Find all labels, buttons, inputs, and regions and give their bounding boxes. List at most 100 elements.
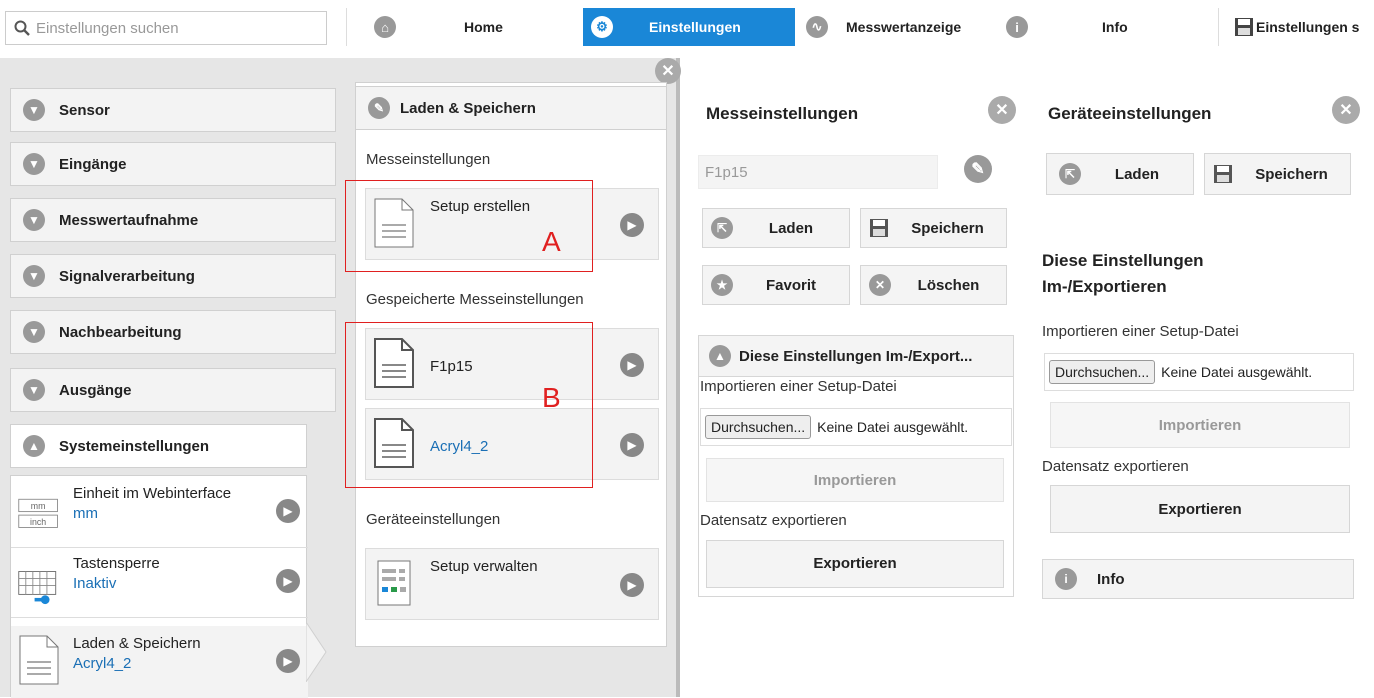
floppy-disk-icon [1235,18,1253,36]
system-settings-list: mm inch Einheit im Webinterface mm ▶ Tas… [10,475,308,698]
nav-info-label: Info [1102,19,1128,35]
export-button[interactable]: Exportieren [706,540,1004,588]
chevron-up-icon: ▲ [23,435,45,457]
search-input[interactable]: Einstellungen suchen [5,11,327,45]
panel-title: Laden & Speichern [400,99,536,117]
device-save-button[interactable]: Speichern [1204,153,1351,195]
chevron-right-icon: ▶ [276,569,300,593]
floppy-disk-icon [1214,165,1232,183]
import-icon: ⇱ [1059,163,1081,185]
document-icon [19,635,59,685]
close-icon[interactable]: ✕ [655,58,681,84]
list-item-title: Tastensperre [73,555,160,572]
device-load-button[interactable]: ⇱ Laden [1046,153,1194,195]
nav-measurement-label: Messwertanzeige [846,19,962,35]
button-label: Favorit [765,276,816,294]
favorite-button[interactable]: ★ Favorit [702,265,850,305]
gear-icon: ⚙ [591,16,613,38]
category-label: Systemeinstellungen [59,437,210,455]
nav-save-settings[interactable]: Einstellungen s [1234,8,1374,46]
delete-button[interactable]: ✕ Löschen [860,265,1007,305]
search-placeholder: Einstellungen suchen [36,19,179,37]
category-inputs[interactable]: ▼ Eingänge [10,142,336,186]
list-item-title: Laden & Speichern [73,635,201,652]
category-signal-processing[interactable]: ▼ Signalverarbeitung [10,254,336,298]
browse-button[interactable]: Durchsuchen... [1049,360,1156,384]
device-settings-title: Geräteeinstellungen [1048,104,1212,123]
list-item-value: Acryl4_2 [73,655,132,672]
device-import-export-title: Diese Einstellungen Im-/Exportieren [1042,248,1204,300]
chevron-right-icon: ▶ [276,499,300,523]
import-icon: ⇱ [711,217,733,239]
load-save-header: ✎ Laden & Speichern [355,86,667,130]
chevron-down-icon: ▼ [23,379,45,401]
device-import-button[interactable]: Importieren [1050,402,1350,448]
nav-settings-label: Einstellungen [649,19,741,35]
import-label: Importieren einer Setup-Datei [1042,323,1239,340]
unit-icon-mm: mm [31,501,46,511]
close-icon[interactable]: ✕ [988,96,1016,124]
button-label: Info [1097,570,1125,588]
category-label: Eingänge [59,155,127,173]
chevron-down-icon: ▼ [23,209,45,231]
category-label: Ausgänge [59,381,132,399]
device-export-button[interactable]: Exportieren [1050,485,1350,533]
unit-icon-inch: inch [30,517,46,527]
chevron-right-icon: ▶ [620,433,644,457]
list-item-value: mm [73,505,98,522]
info-section-header[interactable]: i Info [1042,559,1354,599]
category-label: Sensor [59,101,110,119]
button-label: Speichern [1255,165,1328,183]
import-label: Importieren einer Setup-Datei [700,378,897,395]
nav-settings[interactable]: ⚙ Einstellungen [583,8,795,46]
nav-save-label: Einstellungen s [1256,19,1360,35]
list-item-load-save[interactable]: Laden & Speichern Acryl4_2 ▶ [11,626,308,698]
close-icon[interactable]: ✕ [1332,96,1360,124]
setup-manage-card[interactable]: Setup verwalten ▶ [365,548,659,620]
file-input[interactable]: Durchsuchen... Keine Datei ausgewählt. [1044,353,1354,391]
section-label: Gespeicherte Messeinstellungen [366,291,584,308]
edit-pencil-icon[interactable]: ✎ [964,155,992,183]
nav-measurement-display[interactable]: ∿ Messwertanzeige [806,8,998,46]
category-post-processing[interactable]: ▼ Nachbearbeitung [10,310,336,354]
floppy-disk-icon [870,219,888,237]
chevron-right-icon: ▶ [620,353,644,377]
nav-info[interactable]: i Info [1006,8,1216,46]
pencil-icon: ✎ [368,97,390,119]
browse-button[interactable]: Durchsuchen... [705,415,812,439]
button-label: Löschen [917,276,980,294]
info-icon: i [1006,16,1028,38]
delete-x-icon: ✕ [869,274,891,296]
import-button[interactable]: Importieren [706,458,1004,502]
list-item-title: Einheit im Webinterface [73,485,232,502]
file-input[interactable]: Durchsuchen... Keine Datei ausgewählt. [700,408,1012,446]
list-item-unit[interactable]: mm inch Einheit im Webinterface mm ▶ [11,476,308,548]
waveform-icon: ∿ [806,16,828,38]
button-label: Laden [768,219,814,237]
list-item-key-lock[interactable]: Tastensperre Inaktiv ▶ [11,546,308,618]
chevron-right-icon: ▶ [276,649,300,673]
section-label: Messeinstellungen [366,151,491,168]
category-acquisition[interactable]: ▼ Messwertaufnahme [10,198,336,242]
annotation-label-b: B [542,382,561,413]
save-button[interactable]: Speichern [860,208,1007,248]
measure-settings-title: Messeinstellungen [706,104,859,123]
import-export-header[interactable]: ▲ Diese Einstellungen Im-/Export... [698,335,1014,377]
category-sensor[interactable]: ▼ Sensor [10,88,336,132]
load-button[interactable]: ⇱ Laden [702,208,850,248]
selection-pointer [306,622,327,682]
category-outputs[interactable]: ▼ Ausgänge [10,368,336,412]
list-item-value: Inaktiv [73,575,117,592]
button-label: Laden [1114,165,1160,183]
nav-divider [346,8,347,46]
home-icon: ⌂ [374,16,396,38]
setting-name-field[interactable]: F1p15 [698,155,938,189]
card-label: Setup verwalten [430,558,538,575]
chevron-right-icon: ▶ [620,573,644,597]
nav-home-label: Home [464,19,503,35]
panel-title: Diese Einstellungen Im-/Export... [739,347,973,365]
chevron-down-icon: ▼ [23,99,45,121]
nav-home[interactable]: ⌂ Home [374,8,582,46]
chevron-down-icon: ▼ [23,153,45,175]
category-system-settings[interactable]: ▲ Systemeinstellungen [10,424,307,468]
